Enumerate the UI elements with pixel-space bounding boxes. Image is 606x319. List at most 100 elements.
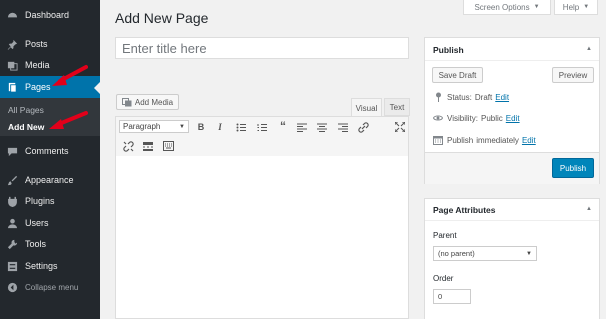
bold-icon[interactable]: B [195, 121, 207, 133]
visibility-label: Visibility: [447, 113, 478, 123]
align-center-icon[interactable] [316, 121, 328, 133]
submenu-item-all-pages[interactable]: All Pages [8, 105, 44, 115]
sidebar-item-label: Pages [25, 82, 51, 92]
publish-button[interactable]: Publish [552, 158, 594, 178]
add-media-label: Add Media [134, 97, 174, 107]
admin-sidebar: Dashboard Posts Media Pages All Pages Ad… [0, 0, 100, 319]
paintbrush-icon [6, 174, 19, 187]
edit-schedule-link[interactable]: Edit [522, 136, 536, 145]
align-right-icon[interactable] [337, 121, 349, 133]
schedule-value: immediately [476, 135, 519, 145]
submenu-item-add-new[interactable]: Add New [8, 122, 44, 132]
schedule-row: Publish immediately Edit [433, 135, 536, 145]
page-attributes-title: Page Attributes [433, 205, 496, 215]
sidebar-collapse-menu[interactable]: Collapse menu [0, 276, 100, 298]
sidebar-item-label: Plugins [25, 196, 55, 206]
sidebar-item-label: Dashboard [25, 10, 70, 20]
toolbar-toggle-icon[interactable] [162, 140, 174, 152]
sidebar-item-label: Tools [25, 239, 47, 249]
divider [425, 220, 599, 221]
sidebar-item-label: Users [25, 218, 49, 228]
parent-label: Parent [433, 231, 457, 240]
sidebar-item-label: Media [25, 60, 50, 70]
status-value: Draft [474, 92, 493, 102]
save-draft-button[interactable]: Save Draft [432, 67, 483, 83]
format-select-value: Paragraph [123, 122, 161, 131]
status-label: Status: [447, 92, 472, 102]
schedule-label: Publish [447, 135, 474, 145]
bullet-list-icon[interactable] [235, 121, 247, 133]
help-label: Help [562, 2, 580, 12]
sidebar-item-tools[interactable]: Tools [0, 233, 100, 255]
edit-status-link[interactable]: Edit [495, 93, 509, 102]
preview-button[interactable]: Preview [552, 67, 594, 83]
pin-icon [433, 92, 443, 102]
users-icon [6, 217, 19, 230]
publish-box: Publish ▲ Save Draft Preview Status: Dra… [424, 37, 600, 184]
screen-options-label: Screen Options [474, 2, 530, 12]
align-left-icon[interactable] [296, 121, 308, 133]
numbered-list-icon[interactable] [256, 121, 268, 133]
page-attributes-box: Page Attributes ▲ Parent (no parent) ▼ O… [424, 198, 600, 319]
collapse-icon [6, 281, 19, 294]
link-icon[interactable] [357, 121, 369, 133]
visibility-value: Public [480, 113, 503, 123]
more-tag-icon[interactable] [142, 140, 154, 152]
media-icon [6, 59, 19, 72]
tab-visual[interactable]: Visual [351, 98, 382, 117]
publish-box-title: Publish [433, 45, 464, 55]
tab-text[interactable]: Text [384, 98, 410, 116]
add-media-icon [121, 97, 132, 107]
sidebar-item-users[interactable]: Users [0, 212, 100, 234]
parent-select-value: (no parent) [438, 249, 475, 258]
collapse-toggle-icon[interactable]: ▲ [586, 206, 592, 212]
sidebar-item-label: Collapse menu [25, 282, 79, 292]
sidebar-item-label: Settings [25, 261, 58, 271]
chevron-down-icon: ▼ [526, 250, 532, 257]
order-input[interactable]: 0 [433, 289, 471, 304]
caret-down-icon: ▼ [533, 4, 540, 10]
add-media-button[interactable]: Add Media [116, 94, 179, 110]
divider [425, 60, 599, 61]
sidebar-item-posts[interactable]: Posts [0, 33, 100, 55]
parent-select[interactable]: (no parent) ▼ [433, 246, 537, 261]
sidebar-item-appearance[interactable]: Appearance [0, 169, 100, 191]
dashboard-icon [6, 9, 19, 22]
sidebar-item-label: Comments [25, 146, 69, 156]
eye-icon [433, 113, 443, 123]
unlink-icon[interactable] [122, 140, 134, 152]
publish-actions: Publish [425, 152, 599, 184]
editor-toolbar: Paragraph ▼ B I “ [115, 116, 409, 157]
collapse-toggle-icon[interactable]: ▲ [586, 46, 592, 52]
current-menu-pointer [94, 82, 100, 94]
sidebar-item-dashboard[interactable]: Dashboard [0, 4, 100, 26]
calendar-icon [433, 135, 443, 145]
caret-down-icon: ▼ [583, 4, 590, 10]
annotation-arrow-pages [52, 65, 88, 86]
comment-icon [6, 145, 19, 158]
settings-icon [6, 260, 19, 273]
sidebar-item-label: Appearance [25, 175, 74, 185]
sidebar-item-comments[interactable]: Comments [0, 140, 100, 162]
title-input[interactable]: Enter title here [115, 37, 409, 59]
page-icon [6, 81, 19, 94]
pushpin-icon [6, 38, 19, 51]
order-label: Order [433, 274, 454, 283]
format-select[interactable]: Paragraph ▼ [119, 120, 189, 133]
italic-icon[interactable]: I [214, 121, 226, 133]
fullscreen-icon[interactable] [394, 121, 406, 133]
annotation-arrow-add-new [49, 111, 88, 129]
plugin-icon [6, 195, 19, 208]
sidebar-item-settings[interactable]: Settings [0, 255, 100, 277]
visibility-row: Visibility: Public Edit [433, 113, 520, 123]
page-title: Add New Page [115, 10, 209, 26]
content-editor[interactable] [115, 156, 409, 319]
chevron-down-icon: ▼ [179, 123, 185, 130]
blockquote-icon[interactable]: “ [277, 119, 289, 133]
edit-visibility-link[interactable]: Edit [506, 114, 520, 123]
sidebar-item-plugins[interactable]: Plugins [0, 190, 100, 212]
help-button[interactable]: Help ▼ [554, 0, 598, 15]
wrench-icon [6, 238, 19, 251]
sidebar-item-label: Posts [25, 39, 48, 49]
screen-options-button[interactable]: Screen Options ▼ [463, 0, 551, 15]
